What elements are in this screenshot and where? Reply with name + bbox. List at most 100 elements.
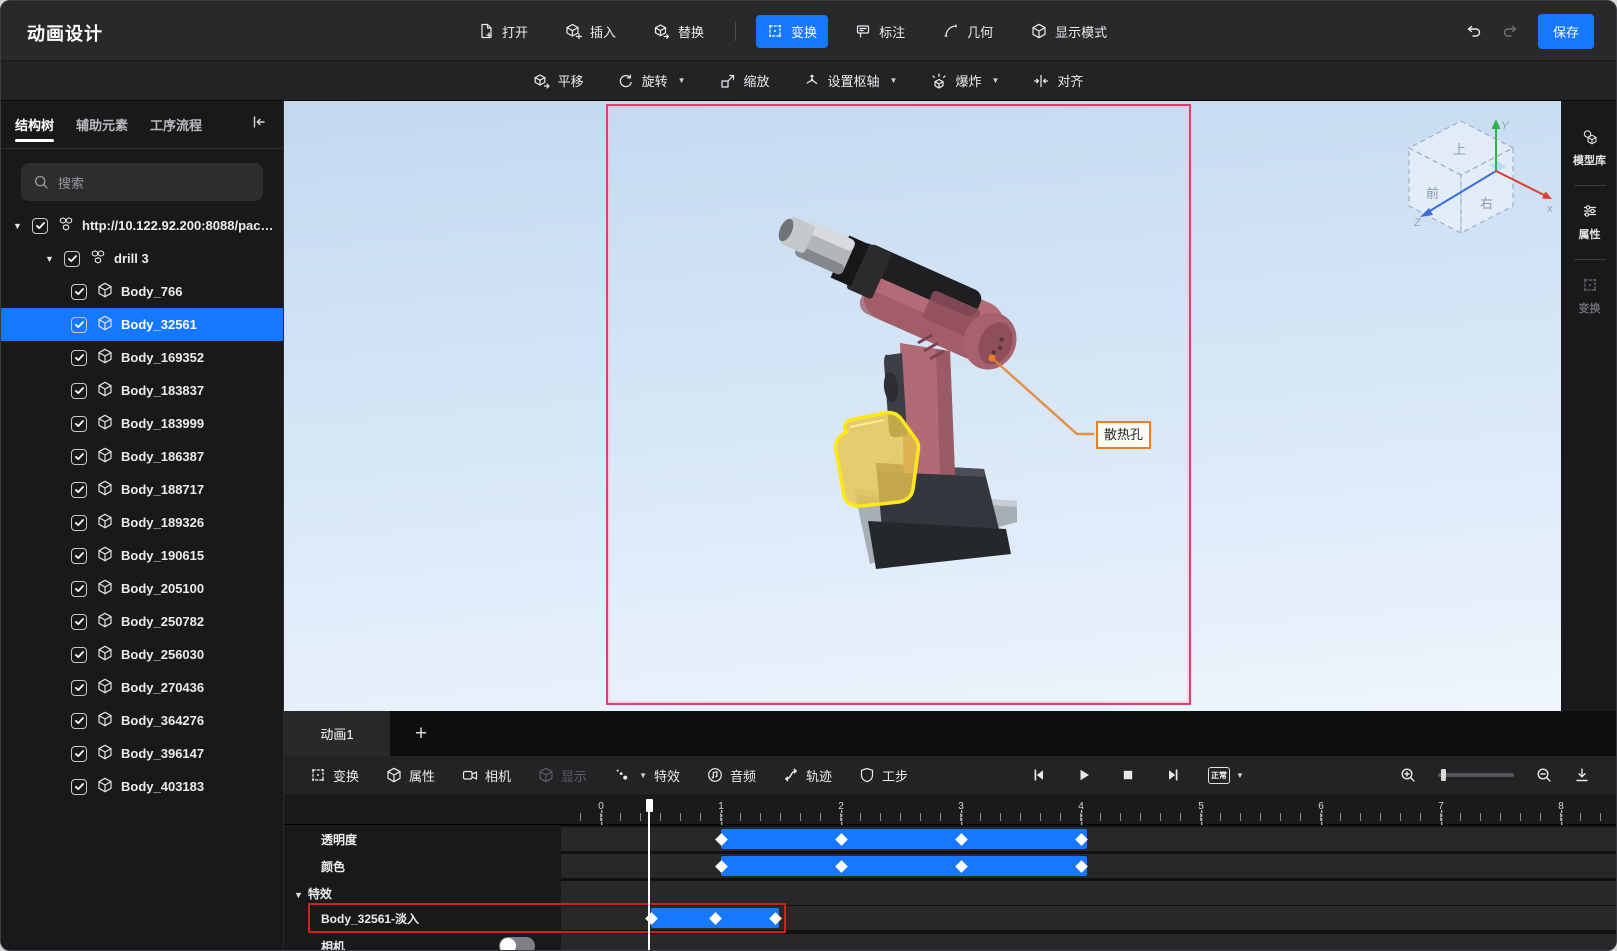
app-window: 动画设计 打开 插入 替换 变换 标注 几何 显示模式 保存 平移 旋转 ▼ 缩放 设置枢轴 ▼ 爆炸 ▼… <box>0 0 1617 951</box>
checkbox-checked[interactable] <box>71 580 87 597</box>
top-tool-annotate[interactable]: 标注 <box>844 15 916 48</box>
timeline-tool-trajectory[interactable]: 轨迹 <box>783 766 832 785</box>
download-icon[interactable] <box>1574 767 1590 783</box>
tree-item-body_190615[interactable]: Body_190615 <box>1 539 283 572</box>
tree-item-body_403183[interactable]: Body_403183 <box>1 770 283 803</box>
tree-expand-caret[interactable]: ▼ <box>13 221 24 231</box>
timeline-tool-step[interactable]: 工步 <box>859 766 908 785</box>
sidebar-tab-structure-tree[interactable]: 结构树 <box>15 101 55 149</box>
zoom-in-icon[interactable] <box>1400 767 1416 783</box>
checkbox-checked[interactable] <box>71 349 87 366</box>
sidebar-tab-process-flow[interactable]: 工序流程 <box>150 101 202 149</box>
top-tool-open[interactable]: 打开 <box>467 15 539 48</box>
checkbox-checked[interactable] <box>71 382 87 399</box>
tree-item-body_256030[interactable]: Body_256030 <box>1 638 283 671</box>
timeline-tool-effects[interactable]: ▼ 特效 <box>614 766 680 785</box>
subtool-pan[interactable]: 平移 <box>534 71 584 90</box>
tree-item-body_183999[interactable]: Body_183999 <box>1 407 283 440</box>
timeline-tool-camera[interactable]: 相机 <box>462 766 511 785</box>
checkbox-checked[interactable] <box>71 283 87 300</box>
checkbox-checked[interactable] <box>71 547 87 564</box>
timeline-tool-transform[interactable]: 变换 <box>310 766 359 785</box>
save-button[interactable]: 保存 <box>1537 13 1594 49</box>
track-lane-effects-group[interactable] <box>561 881 1616 905</box>
checkbox-checked[interactable] <box>71 712 87 729</box>
tree-item-root[interactable]: ▼ http://10.122.92.200:8088/pack... <box>1 209 283 242</box>
subtool-scale[interactable]: 缩放 <box>720 71 770 90</box>
checkbox-checked[interactable] <box>64 250 80 267</box>
track-label-effects-group[interactable]: ▼ 特效 <box>294 885 332 902</box>
keyframe-bar-color[interactable] <box>721 856 1087 876</box>
checkbox-checked[interactable] <box>71 481 87 498</box>
checkbox-checked[interactable] <box>71 613 87 630</box>
play-icon[interactable] <box>1076 767 1092 783</box>
camera-track-toggle[interactable] <box>499 937 535 950</box>
sidebar-tab-aux-elements[interactable]: 辅助元素 <box>76 101 128 149</box>
timeline-zoom-slider[interactable] <box>1438 769 1514 781</box>
checkbox-checked[interactable] <box>71 514 87 531</box>
keyframe-bar-opacity[interactable] <box>721 829 1087 849</box>
tree-item-body_189326[interactable]: Body_189326 <box>1 506 283 539</box>
timeline-tool-properties[interactable]: 属性 <box>386 766 435 785</box>
subtool-set-pivot[interactable]: 设置枢轴 ▼ <box>804 71 897 90</box>
tree-item-body_270436[interactable]: Body_270436 <box>1 671 283 704</box>
next-frame-icon[interactable] <box>1164 767 1180 783</box>
timeline-ruler[interactable]: 0 1 2 3 4 5 6 7 8 <box>284 794 1616 825</box>
top-tool-insert[interactable]: 插入 <box>555 15 627 48</box>
view-cube[interactable]: 上 前 右 Y Z x <box>1406 113 1561 263</box>
tree-item-body_205100[interactable]: Body_205100 <box>1 572 283 605</box>
playback-speed-selector[interactable]: 正常 ▼ <box>1208 766 1244 784</box>
timeline-tab-0[interactable]: 动画1 <box>284 711 390 756</box>
slider-handle[interactable] <box>1441 769 1446 781</box>
checkbox-checked[interactable] <box>71 745 87 762</box>
checkbox-checked[interactable] <box>32 217 48 234</box>
track-label-camera[interactable]: 相机 <box>321 938 345 950</box>
tree-expand-caret[interactable]: ▼ <box>45 254 56 264</box>
tree-item-body_396147[interactable]: Body_396147 <box>1 737 283 770</box>
rail-item-properties[interactable]: 属性 <box>1579 195 1601 250</box>
redo-icon[interactable] <box>1502 23 1518 39</box>
track-label-body-32561-fade-in[interactable]: Body_32561-淡入 <box>321 910 419 927</box>
track-lane-camera[interactable] <box>561 934 1616 950</box>
top-tool-display-mode[interactable]: 显示模式 <box>1020 15 1118 48</box>
timeline-tool-audio[interactable]: 音频 <box>707 766 756 785</box>
stop-icon[interactable] <box>1120 767 1136 783</box>
checkbox-checked[interactable] <box>71 415 87 432</box>
tree-item-drill-3[interactable]: ▼ drill 3 <box>1 242 283 275</box>
annotation-label[interactable]: 散热孔 <box>1096 421 1152 449</box>
tree-item-body_250782[interactable]: Body_250782 <box>1 605 283 638</box>
checkbox-checked[interactable] <box>71 316 87 333</box>
zoom-out-icon[interactable] <box>1536 767 1552 783</box>
checkbox-checked[interactable] <box>71 778 87 795</box>
checkbox-checked[interactable] <box>71 646 87 663</box>
top-tool-transform[interactable]: 变换 <box>756 14 829 48</box>
tree-item-body_169352[interactable]: Body_169352 <box>1 341 283 374</box>
playhead[interactable] <box>648 810 650 950</box>
top-tool-replace[interactable]: 替换 <box>643 15 715 48</box>
checkbox-checked[interactable] <box>71 448 87 465</box>
tree-item-body_186387[interactable]: Body_186387 <box>1 440 283 473</box>
cube-icon <box>97 513 113 532</box>
collapse-panel-icon[interactable] <box>251 114 267 135</box>
add-animation-tab-button[interactable]: + <box>390 711 452 756</box>
tree-item-body_32561[interactable]: Body_32561 <box>1 308 283 341</box>
tree-item-body_188717[interactable]: Body_188717 <box>1 473 283 506</box>
group-collapse-caret[interactable]: ▼ <box>294 890 303 900</box>
track-label-color[interactable]: 颜色 <box>321 858 345 875</box>
tree-item-body_766[interactable]: Body_766 <box>1 275 283 308</box>
checkbox-checked[interactable] <box>71 679 87 696</box>
track-label-opacity[interactable]: 透明度 <box>321 831 357 848</box>
undo-icon[interactable] <box>1466 23 1482 39</box>
rail-item-model-library[interactable]: 模型库 <box>1573 121 1606 176</box>
tree-item-body_364276[interactable]: Body_364276 <box>1 704 283 737</box>
playhead-handle[interactable] <box>645 799 653 812</box>
tree-item-body_183837[interactable]: Body_183837 <box>1 374 283 407</box>
prev-frame-icon[interactable] <box>1032 767 1048 783</box>
drill-model[interactable] <box>284 101 1561 711</box>
top-tool-geometry[interactable]: 几何 <box>932 15 1004 48</box>
subtool-explode[interactable]: 爆炸 ▼ <box>931 71 999 90</box>
search-input[interactable]: 搜索 <box>21 163 263 201</box>
viewport-3d[interactable]: 散热孔 上 前 右 Y Z x <box>284 101 1561 711</box>
subtool-rotate[interactable]: 旋转 ▼ <box>618 71 686 90</box>
subtool-align[interactable]: 对齐 <box>1033 71 1083 90</box>
